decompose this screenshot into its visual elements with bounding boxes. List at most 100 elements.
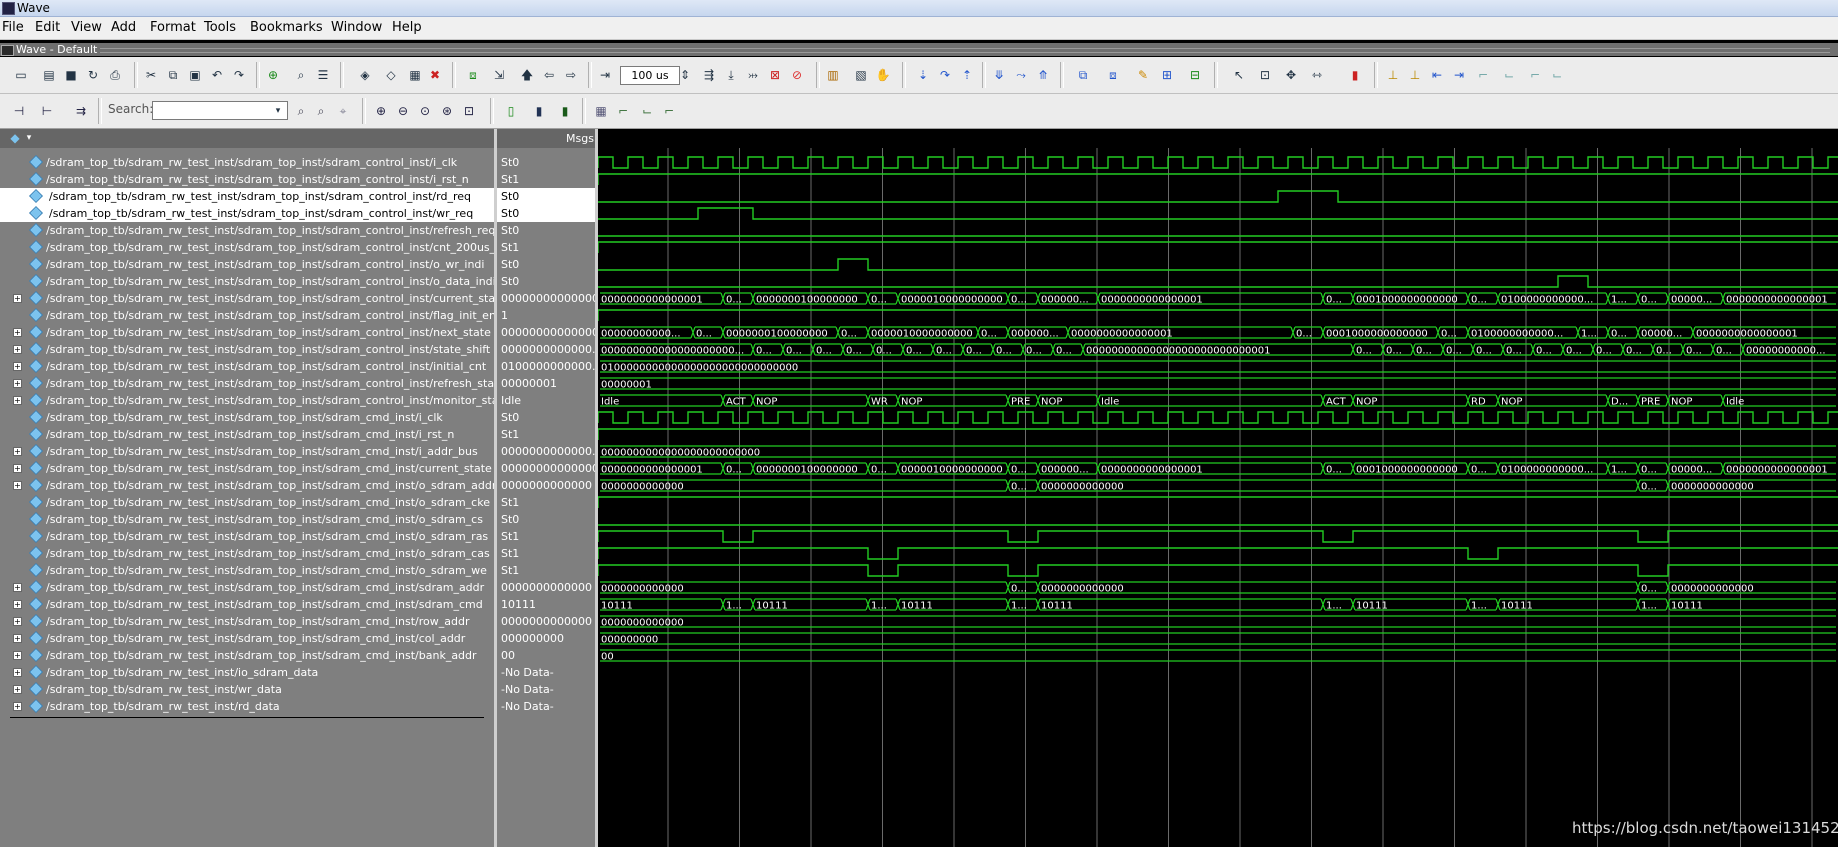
signal-row[interactable]: /sdram_top_tb/sdram_rw_test_inst/sdram_t…: [0, 273, 494, 290]
expand-icon[interactable]: +: [13, 634, 22, 643]
run-all-icon[interactable]: ⇶: [700, 66, 718, 84]
signal-value-row[interactable]: St0: [497, 154, 595, 171]
signal-row[interactable]: + /sdram_top_tb/sdram_rw_test_inst/rd_dat…: [0, 698, 494, 715]
run-length-icon[interactable]: ⇲: [490, 66, 508, 84]
menu-window[interactable]: Window: [331, 20, 382, 35]
select-mode-icon[interactable]: ↖: [1230, 66, 1248, 84]
zoom-out-icon[interactable]: ⊖: [394, 102, 412, 120]
signal-row[interactable]: + /sdram_top_tb/sdram_rw_test_inst/sdram_…: [0, 630, 494, 647]
menu-edit[interactable]: Edit: [35, 20, 60, 35]
toolbar-grip[interactable]: [100, 48, 1830, 53]
expand-icon[interactable]: +: [13, 447, 22, 456]
signal-row[interactable]: + /sdram_top_tb/sdram_rw_test_inst/sdram_…: [0, 443, 494, 460]
signal-value-row[interactable]: 0000000000000...: [497, 443, 595, 460]
find-icon[interactable]: ⌕: [292, 66, 310, 84]
signal-row[interactable]: /sdram_top_tb/sdram_rw_test_inst/sdram_t…: [0, 562, 494, 579]
dataset-icon[interactable]: ⊞: [1158, 66, 1176, 84]
signal-row[interactable]: /sdram_top_tb/sdram_rw_test_inst/sdram_t…: [0, 171, 494, 188]
signal-row[interactable]: + /sdram_top_tb/sdram_rw_test_inst/sdram_…: [0, 392, 494, 409]
redo-icon[interactable]: ↷: [230, 66, 248, 84]
signal-row[interactable]: /sdram_top_tb/sdram_rw_test_inst/sdram_t…: [0, 511, 494, 528]
search-back-icon[interactable]: ⌕: [292, 102, 310, 120]
edge-any-icon[interactable]: ⌐: [1526, 66, 1544, 84]
signal-value-row[interactable]: St0: [497, 256, 595, 273]
signal-row[interactable]: + /sdram_top_tb/sdram_rw_test_inst/wr_dat…: [0, 681, 494, 698]
layout-icon[interactable]: ◈: [356, 66, 374, 84]
expand-icon[interactable]: +: [13, 702, 22, 711]
signal-value-row[interactable]: -No Data-: [497, 664, 595, 681]
signal-value-row[interactable]: 0000000000000: [497, 579, 595, 596]
signal-value-row[interactable]: St0: [497, 188, 595, 205]
paste-icon[interactable]: ▣: [186, 66, 204, 84]
hand-icon[interactable]: ✋: [874, 66, 892, 84]
dataset-snapshot-icon[interactable]: ⊟: [1186, 66, 1204, 84]
signal-row[interactable]: + /sdram_top_tb/sdram_rw_test_inst/sdram_…: [0, 324, 494, 341]
expand-icon[interactable]: +: [13, 617, 22, 626]
signal-value-row[interactable]: Idle: [497, 392, 595, 409]
signal-value-row[interactable]: 1: [497, 307, 595, 324]
zoom-mode-icon[interactable]: ⊡: [1256, 66, 1274, 84]
step-into-icon[interactable]: ⇣: [914, 66, 932, 84]
expand-icon[interactable]: +: [13, 379, 22, 388]
continue-icon[interactable]: ⤓: [722, 66, 740, 84]
expand-icon[interactable]: +: [13, 685, 22, 694]
zoom-in-icon[interactable]: ⊕: [372, 102, 390, 120]
expand-icon[interactable]: +: [13, 583, 22, 592]
signal-value-row[interactable]: 0000000000000001: [497, 460, 595, 477]
edge-rising-icon[interactable]: ⌙: [1500, 66, 1518, 84]
wave-compare-2-icon[interactable]: ⧈: [1104, 66, 1122, 84]
signal-value-row[interactable]: -No Data-: [497, 681, 595, 698]
signal-row[interactable]: /sdram_top_tb/sdram_rw_test_inst/sdram_t…: [0, 426, 494, 443]
signal-value-row[interactable]: St0: [497, 511, 595, 528]
signal-row[interactable]: /sdram_top_tb/sdram_rw_test_inst/sdram_t…: [0, 154, 494, 171]
expand-icon[interactable]: +: [13, 396, 22, 405]
reload-icon[interactable]: ↻: [84, 66, 102, 84]
edge-up-icon[interactable]: ⌐: [614, 102, 632, 120]
cut-icon[interactable]: ✂: [142, 66, 160, 84]
menu-add[interactable]: Add: [111, 20, 136, 35]
grid-icon[interactable]: ▦: [592, 102, 610, 120]
signal-value-row[interactable]: 0000000000000: [497, 477, 595, 494]
signal-value-row[interactable]: St1: [497, 494, 595, 511]
search-options-icon[interactable]: ⌖: [334, 102, 352, 120]
signal-value-row[interactable]: St1: [497, 545, 595, 562]
step-out-c-icon[interactable]: ⤊: [1034, 66, 1052, 84]
signal-value-row[interactable]: -No Data-: [497, 698, 595, 715]
signal-row[interactable]: /sdram_top_tb/sdram_rw_test_inst/sdram_t…: [0, 307, 494, 324]
expand-icon[interactable]: +: [13, 668, 22, 677]
signal-row[interactable]: + /sdram_top_tb/sdram_rw_test_inst/sdram_…: [0, 647, 494, 664]
zoom-full-icon[interactable]: ⊙: [416, 102, 434, 120]
zoom-range-icon[interactable]: ⊡: [460, 102, 478, 120]
dataflow-icon[interactable]: ◇: [382, 66, 400, 84]
waveform-canvas[interactable]: 0000000000000001 0... 0000000100000000 0...…: [598, 148, 1838, 847]
signal-value-row[interactable]: St1: [497, 171, 595, 188]
expand-icon[interactable]: +: [13, 464, 22, 473]
search-input[interactable]: [152, 101, 288, 120]
expand-icon[interactable]: +: [13, 600, 22, 609]
signal-row[interactable]: /sdram_top_tb/sdram_rw_test_inst/sdram_t…: [0, 256, 494, 273]
step-up-icon[interactable]: 🡅: [518, 66, 536, 84]
restart-icon[interactable]: ⧈: [464, 66, 482, 84]
run-continue-icon[interactable]: ⤔: [744, 66, 762, 84]
signal-row[interactable]: /sdram_top_tb/sdram_rw_test_inst/sdram_t…: [0, 494, 494, 511]
menu-tools[interactable]: Tools: [204, 20, 236, 35]
expand-icon[interactable]: +: [13, 328, 22, 337]
signal-value-row[interactable]: St1: [497, 528, 595, 545]
expand-group-icon[interactable]: ⊢: [38, 102, 56, 120]
signal-row[interactable]: + /sdram_top_tb/sdram_rw_test_inst/sdram_…: [0, 341, 494, 358]
signal-row[interactable]: + /sdram_top_tb/sdram_rw_test_inst/sdram_…: [0, 290, 494, 307]
signal-value-row[interactable]: 10111: [497, 596, 595, 613]
run-length-input[interactable]: 100 us: [620, 66, 680, 85]
menu-file[interactable]: File: [2, 20, 24, 35]
memory-profile-icon[interactable]: ▧: [852, 66, 870, 84]
open-folder-icon[interactable]: ▤: [40, 66, 58, 84]
signal-row[interactable]: /sdram_top_tb/sdram_rw_test_inst/sdram_t…: [0, 409, 494, 426]
signal-row[interactable]: + /sdram_top_tb/sdram_rw_test_inst/sdram_…: [0, 375, 494, 392]
signal-row[interactable]: + /sdram_top_tb/sdram_rw_test_inst/io_sdr…: [0, 664, 494, 681]
signal-value-row[interactable]: St1: [497, 239, 595, 256]
step-out-icon[interactable]: ⇡: [958, 66, 976, 84]
signal-value-row[interactable]: 0000000000000: [497, 613, 595, 630]
copy-icon[interactable]: ⧉: [164, 66, 182, 84]
add-dataset-icon[interactable]: ⇉: [72, 102, 90, 120]
stop-icon[interactable]: ⊠: [766, 66, 784, 84]
